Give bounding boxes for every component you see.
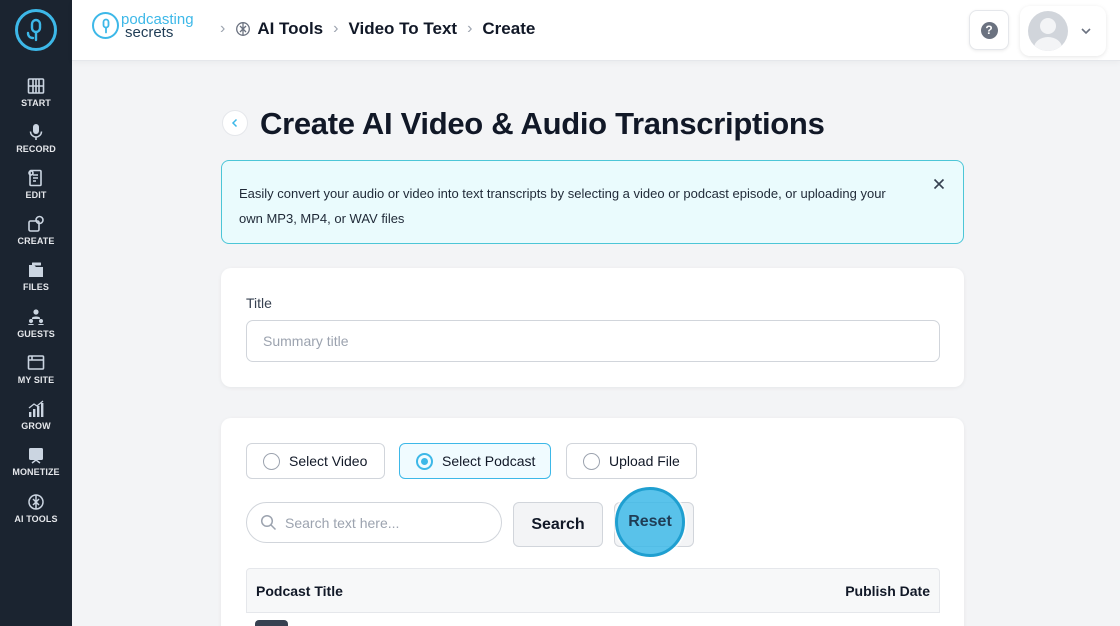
back-button[interactable] (222, 110, 248, 136)
top-header: podcasting secrets › AI Tools › Video To… (72, 0, 1120, 61)
option-label: Upload File (609, 453, 680, 469)
chart-icon (28, 400, 44, 417)
info-banner-text: Easily convert your audio or video into … (239, 186, 886, 226)
radio-button[interactable] (263, 452, 280, 470)
sidebar-item-label: EDIT (25, 190, 47, 200)
upload-file-option[interactable]: Upload File (566, 443, 697, 479)
sidebar-item-grow[interactable]: GROW (0, 400, 72, 444)
chevron-left-icon (231, 118, 238, 128)
sidebar-item-label: MONETIZE (12, 467, 60, 477)
sidebar-item-guests[interactable]: GUESTS (0, 308, 72, 352)
chevron-right-icon: › (220, 20, 226, 37)
sidebar-item-start[interactable]: START (0, 77, 72, 121)
select-podcast-option[interactable]: Select Podcast (399, 443, 551, 479)
search-icon (260, 514, 277, 531)
microphone-icon (29, 124, 43, 140)
info-banner: Easily convert your audio or video into … (221, 160, 964, 244)
chevron-right-icon: › (333, 20, 339, 37)
app-logo-icon[interactable] (15, 9, 57, 51)
user-menu-button[interactable] (1020, 6, 1106, 56)
sidebar-item-edit[interactable]: EDIT (0, 169, 72, 213)
chevron-down-icon (1081, 28, 1091, 35)
title-card: Title (221, 268, 964, 387)
breadcrumb: › AI Tools › Video To Text › Create (210, 19, 535, 39)
guests-icon (28, 309, 44, 325)
sidebar-item-files[interactable]: FILES (0, 261, 72, 305)
breadcrumb-video-to-text[interactable]: Video To Text (348, 19, 457, 39)
table-header: Podcast Title Publish Date (246, 568, 940, 613)
question-icon: ? (980, 21, 998, 39)
brand-logo[interactable]: podcasting secrets (92, 12, 194, 40)
search-input[interactable] (285, 514, 485, 531)
sidebar: START RECORD EDIT CREATE FILES GUESTS MY… (0, 0, 72, 626)
breadcrumb-ai-tools[interactable]: AI Tools (257, 19, 323, 39)
edit-icon (28, 169, 42, 187)
files-icon (29, 262, 43, 277)
sidebar-item-my-site[interactable]: MY SITE (0, 354, 72, 398)
sidebar-item-label: MY SITE (17, 375, 55, 385)
radio-button[interactable] (583, 452, 600, 470)
sidebar-item-label: RECORD (16, 144, 56, 154)
ai-icon (28, 494, 44, 510)
brand-mic-icon (92, 12, 119, 39)
source-card: Select Video Select Podcast Upload File … (221, 418, 964, 626)
column-header-podcast-title[interactable]: Podcast Title (256, 583, 343, 599)
title-label: Title (246, 295, 272, 311)
option-label: Select Podcast (442, 453, 536, 469)
select-video-option[interactable]: Select Video (246, 443, 385, 479)
sidebar-item-monetize[interactable]: MONETIZE (0, 446, 72, 490)
sidebar-item-record[interactable]: RECORD (0, 123, 72, 167)
podcast-thumbnail (255, 620, 288, 626)
help-button[interactable]: ? (969, 10, 1009, 50)
ai-tools-icon (236, 22, 251, 36)
option-label: Select Video (289, 453, 368, 469)
sidebar-item-label: START (21, 98, 51, 108)
sidebar-item-create[interactable]: CREATE (0, 215, 72, 259)
title-input[interactable] (246, 320, 940, 362)
sidebar-item-ai-tools[interactable]: AI TOOLS (0, 493, 72, 537)
chevron-right-icon: › (467, 20, 473, 37)
sidebar-item-label: AI TOOLS (14, 514, 58, 524)
site-icon (27, 355, 45, 370)
reset-button[interactable] (614, 502, 694, 547)
avatar (1028, 11, 1068, 51)
sidebar-item-label: GROW (21, 421, 51, 431)
sidebar-item-label: GUESTS (17, 329, 55, 339)
column-header-publish-date[interactable]: Publish Date (845, 583, 930, 599)
monetize-icon (29, 448, 43, 464)
piano-icon (27, 78, 45, 94)
sidebar-item-label: FILES (22, 282, 49, 292)
search-button[interactable]: Search (513, 502, 603, 547)
radio-button[interactable] (416, 452, 433, 470)
breadcrumb-create: Create (482, 19, 536, 38)
page-title: Create AI Video & Audio Transcriptions (260, 106, 825, 141)
search-field[interactable] (246, 502, 502, 543)
sidebar-item-label: CREATE (17, 236, 55, 246)
close-icon[interactable] (931, 176, 947, 192)
create-icon (28, 215, 44, 232)
